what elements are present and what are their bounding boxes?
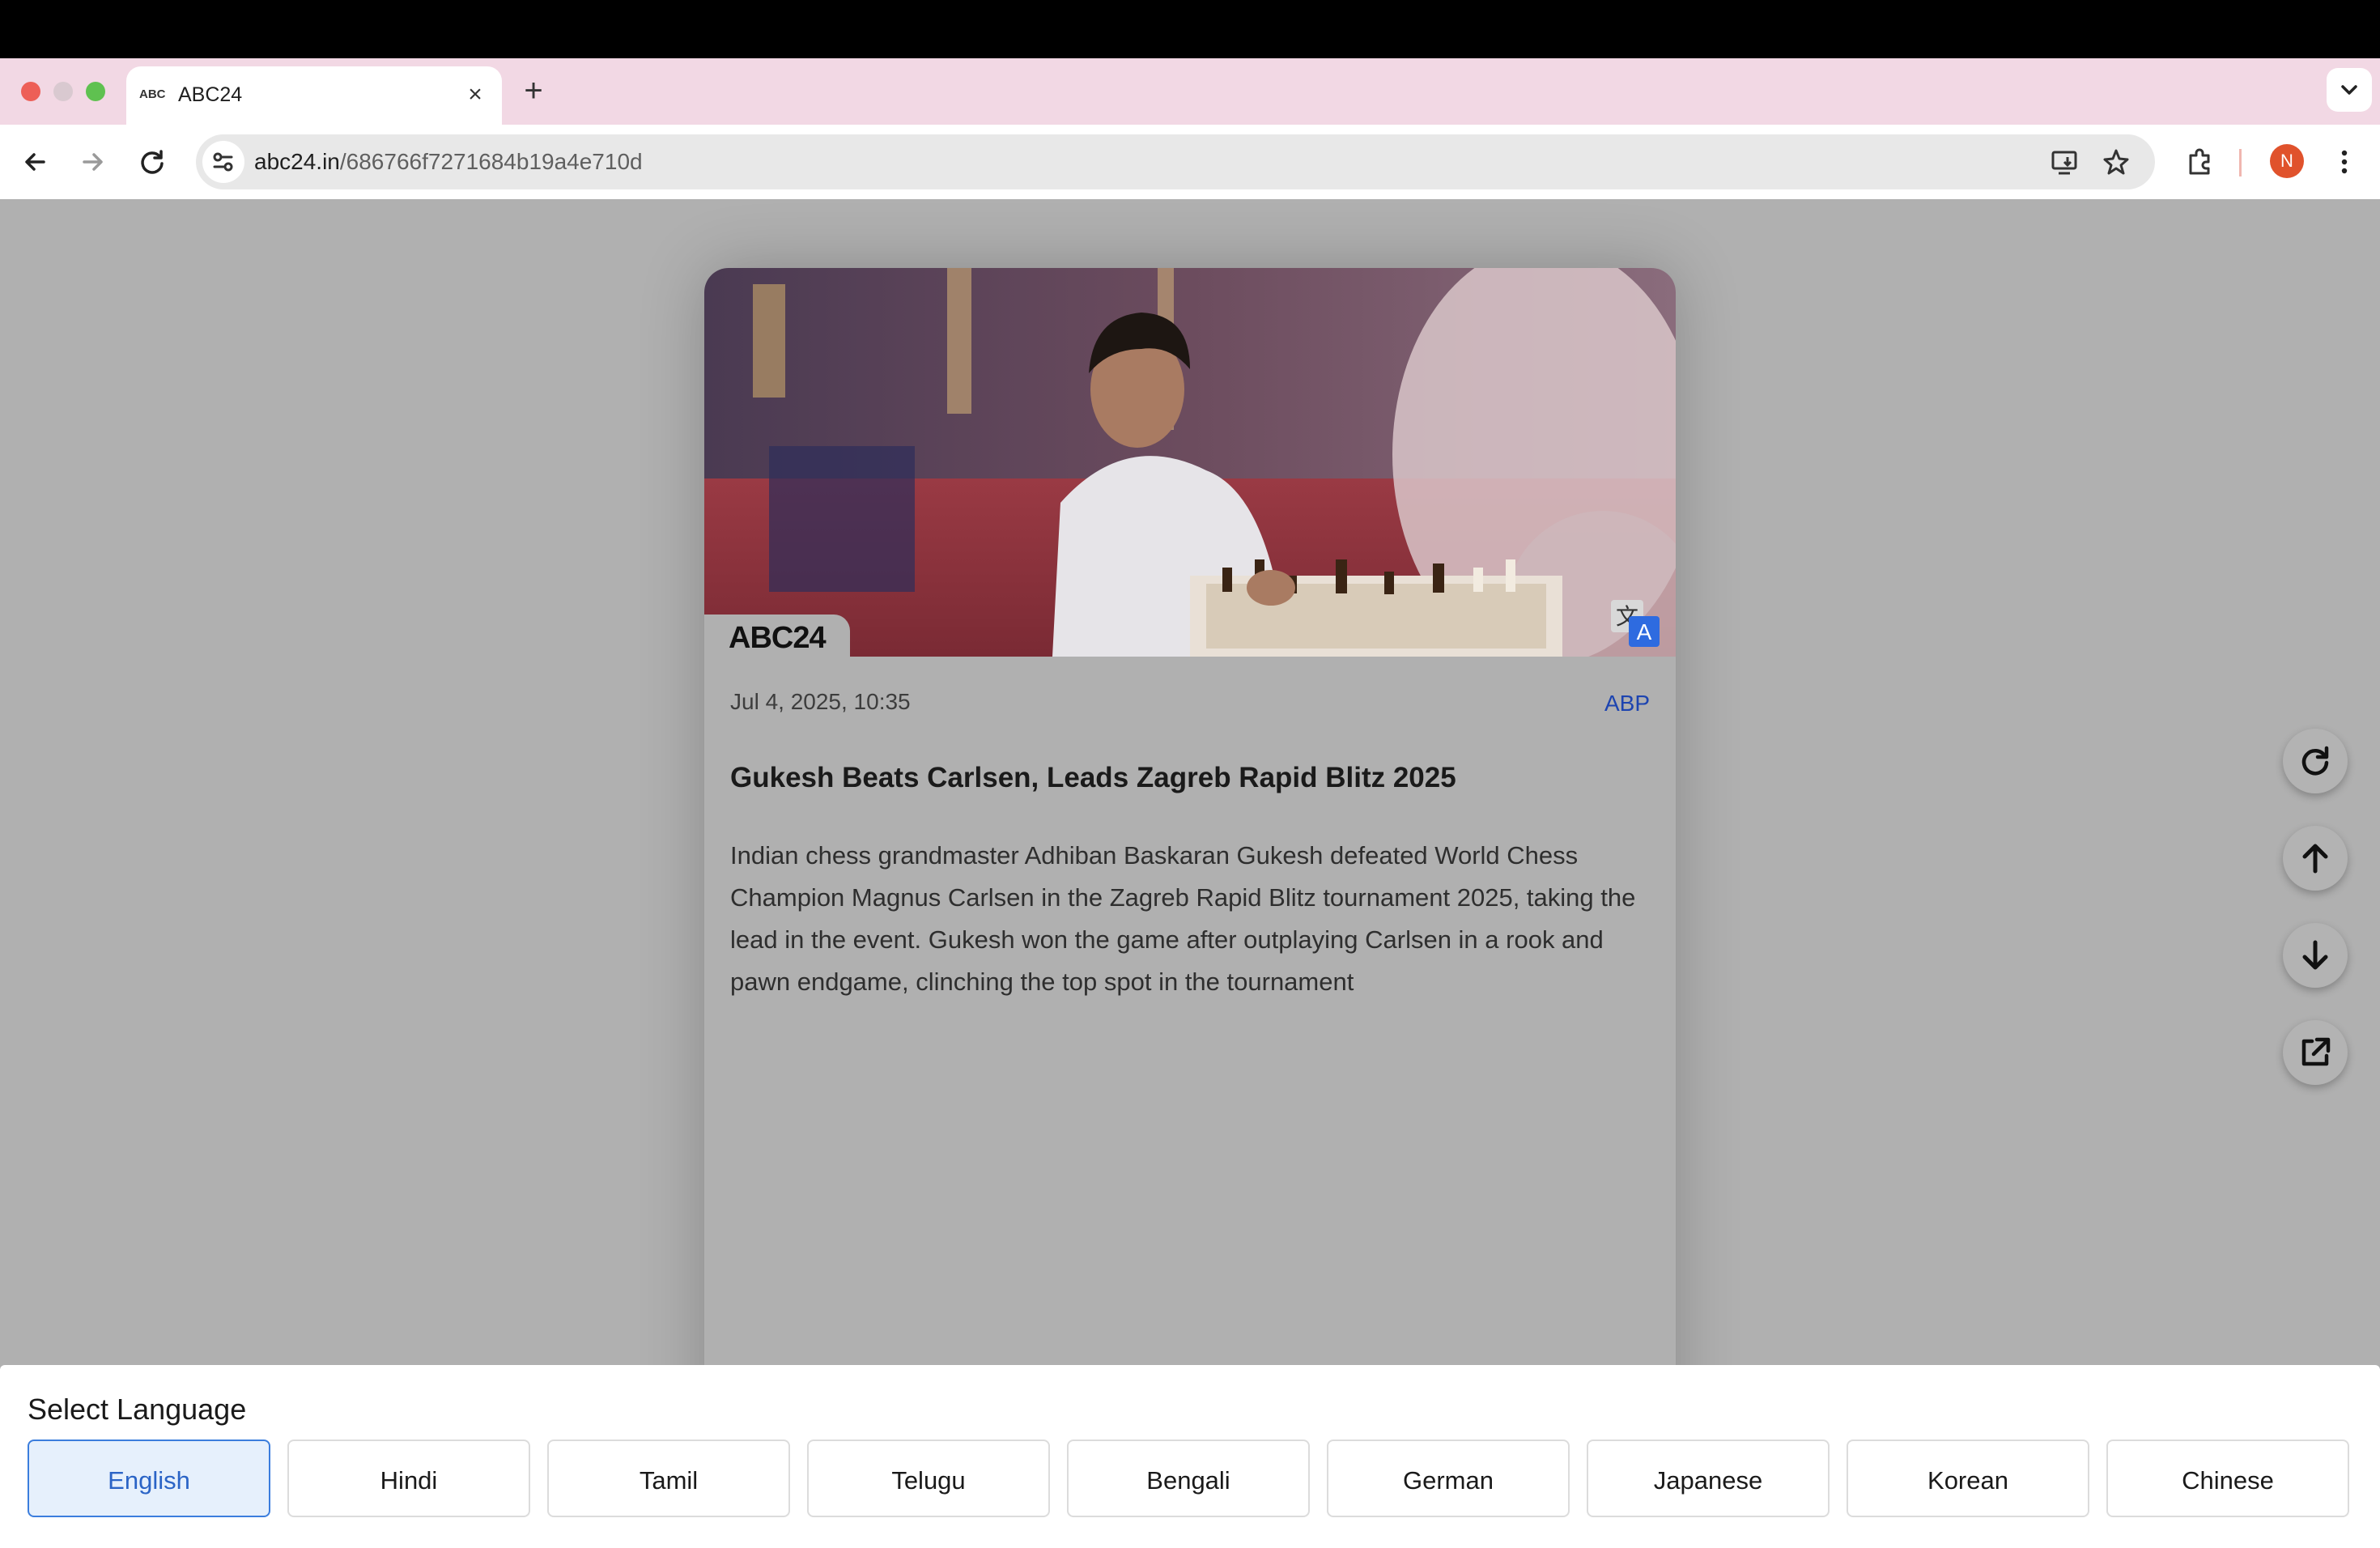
language-panel: Select Language English Hindi Tamil Telugu B… [0, 1365, 2380, 1548]
close-icon[interactable]: × [461, 81, 489, 108]
bookmark-star-icon[interactable] [2097, 142, 2136, 181]
back-arrow-icon[interactable] [16, 142, 55, 181]
window-close-dot[interactable] [21, 82, 40, 101]
external-link-icon [2301, 1037, 2331, 1066]
tune-icon [213, 152, 233, 172]
toolbar-divider [2239, 149, 2242, 176]
language-panel-title: Select Language [28, 1393, 247, 1426]
window-maximize-dot[interactable] [86, 82, 105, 101]
new-tab-button[interactable]: + [518, 71, 549, 112]
tab-active[interactable]: ABC ABC24 × [126, 66, 502, 125]
translate-letter: A [1637, 619, 1652, 644]
site-info-button[interactable] [202, 141, 244, 183]
language-button-hindi[interactable]: Hindi [287, 1440, 530, 1517]
url-host: abc24.in [254, 149, 340, 174]
extensions-puzzle-icon[interactable] [2181, 142, 2220, 181]
scroll-down-button[interactable] [2283, 923, 2348, 988]
language-button-japanese[interactable]: Japanese [1587, 1440, 1830, 1517]
url-text: abc24.in/686766f7271684b19a4e710d [254, 134, 643, 189]
article-image: ABC24 文 A [704, 268, 1676, 657]
page-viewport: ABC24 文 A Jul 4, 2025, 10:35 ABP Gukesh … [0, 199, 2380, 1548]
more-vert-icon[interactable] [2325, 142, 2364, 181]
reload-icon[interactable] [133, 142, 172, 181]
arrow-down-icon [2302, 940, 2328, 970]
article-body: Indian chess grandmaster Adhiban Baskara… [730, 841, 1636, 996]
forward-arrow-icon[interactable] [73, 142, 112, 181]
refresh-button[interactable] [2283, 729, 2348, 793]
language-button-german[interactable]: German [1327, 1440, 1570, 1517]
url-path: /686766f7271684b19a4e710d [339, 149, 643, 174]
arrow-up-icon [2302, 844, 2328, 874]
language-button-chinese[interactable]: Chinese [2106, 1440, 2349, 1517]
open-external-button[interactable] [2283, 1020, 2348, 1085]
brand-logo-tab: ABC24 [704, 615, 850, 657]
browser-toolbar: abc24.in/686766f7271684b19a4e710d N [0, 125, 2380, 200]
install-app-icon[interactable] [2045, 142, 2084, 181]
language-button-korean[interactable]: Korean [1847, 1440, 2089, 1517]
language-button-bengali[interactable]: Bengali [1067, 1440, 1310, 1517]
article-date: Jul 4, 2025, 10:35 [730, 689, 911, 714]
favicon-icon: ABC [139, 87, 166, 101]
brand-logo: ABC24 [729, 621, 827, 655]
translate-icon[interactable]: 文 A [1609, 598, 1661, 650]
language-button-tamil[interactable]: Tamil [547, 1440, 790, 1517]
profile-avatar[interactable]: N [2270, 144, 2304, 178]
language-button-english[interactable]: English [28, 1440, 270, 1517]
system-top-bar [0, 0, 2380, 58]
address-bar[interactable]: abc24.in/686766f7271684b19a4e710d [196, 134, 2155, 189]
tab-search-button[interactable] [2327, 68, 2372, 112]
window-minimize-dot[interactable] [53, 82, 73, 101]
refresh-icon [2301, 746, 2329, 776]
article-headline: Gukesh Beats Carlsen, Leads Zagreb Rapid… [730, 762, 1456, 793]
tab-title: ABC24 [178, 83, 243, 106]
chevron-down-icon [2341, 85, 2357, 95]
chess-player-photo [704, 268, 1676, 657]
news-card: ABC24 文 A Jul 4, 2025, 10:35 ABP Gukesh … [704, 268, 1676, 1548]
scroll-up-button[interactable] [2283, 826, 2348, 891]
article-source-link[interactable]: ABP [1604, 691, 1650, 717]
language-button-telugu[interactable]: Telugu [807, 1440, 1050, 1517]
